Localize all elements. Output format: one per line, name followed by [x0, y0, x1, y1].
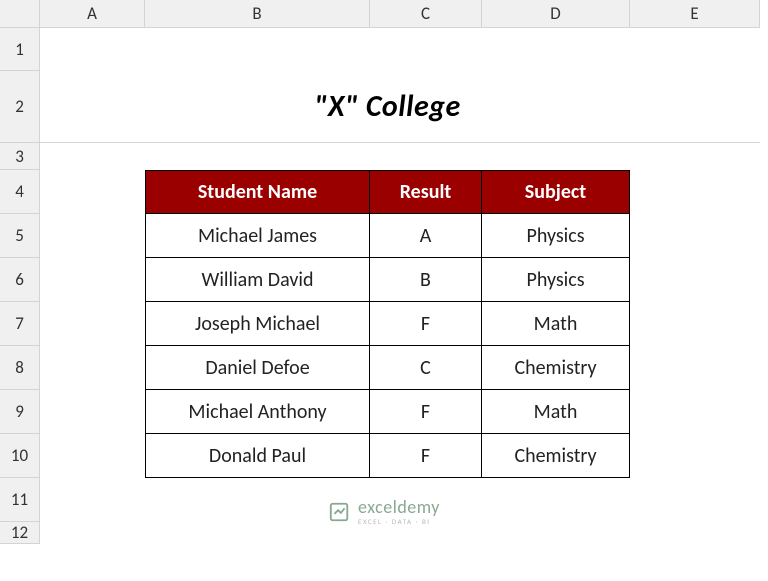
- cell-A11[interactable]: [40, 478, 145, 522]
- table-row[interactable]: Joseph Michael: [145, 302, 370, 346]
- cell-E9[interactable]: [630, 390, 760, 434]
- table-row[interactable]: Chemistry: [482, 346, 630, 390]
- cell-C11[interactable]: [370, 478, 482, 522]
- cell-E12[interactable]: [630, 522, 760, 544]
- table-header-result[interactable]: Result: [370, 170, 482, 214]
- cell-B12[interactable]: [145, 522, 370, 544]
- row-header-1[interactable]: 1: [0, 28, 40, 71]
- cell-E10[interactable]: [630, 434, 760, 478]
- cell-E1[interactable]: [630, 28, 760, 71]
- cell-B3[interactable]: [145, 143, 370, 170]
- row-header-3[interactable]: 3: [0, 143, 40, 170]
- cell-A9[interactable]: [40, 390, 145, 434]
- row-header-6[interactable]: 6: [0, 258, 40, 302]
- cell-D12[interactable]: [482, 522, 630, 544]
- select-all-corner[interactable]: [0, 0, 40, 28]
- cell-D11[interactable]: [482, 478, 630, 522]
- cell-A2[interactable]: [40, 71, 145, 143]
- table-row[interactable]: Donald Paul: [145, 434, 370, 478]
- cell-E8[interactable]: [630, 346, 760, 390]
- row-header-5[interactable]: 5: [0, 214, 40, 258]
- row-header-10[interactable]: 10: [0, 434, 40, 478]
- spreadsheet-grid: A B C D E 1 2 "X" College 3 4 Student Na…: [0, 0, 768, 544]
- cell-A7[interactable]: [40, 302, 145, 346]
- row-header-11[interactable]: 11: [0, 478, 40, 522]
- cell-A6[interactable]: [40, 258, 145, 302]
- cell-E11[interactable]: [630, 478, 760, 522]
- cell-A5[interactable]: [40, 214, 145, 258]
- cell-E2[interactable]: [630, 71, 760, 143]
- row-header-12[interactable]: 12: [0, 522, 40, 544]
- cell-E3[interactable]: [630, 143, 760, 170]
- table-row[interactable]: Physics: [482, 258, 630, 302]
- title-cell[interactable]: "X" College: [145, 71, 630, 143]
- table-header-subject[interactable]: Subject: [482, 170, 630, 214]
- table-row[interactable]: William David: [145, 258, 370, 302]
- cell-B1[interactable]: [145, 28, 370, 71]
- row-header-9[interactable]: 9: [0, 390, 40, 434]
- cell-E4[interactable]: [630, 170, 760, 214]
- table-row[interactable]: Chemistry: [482, 434, 630, 478]
- table-row[interactable]: C: [370, 346, 482, 390]
- cell-A8[interactable]: [40, 346, 145, 390]
- table-row[interactable]: F: [370, 302, 482, 346]
- cell-A1[interactable]: [40, 28, 145, 71]
- cell-C12[interactable]: [370, 522, 482, 544]
- col-header-C[interactable]: C: [370, 0, 482, 28]
- row-header-4[interactable]: 4: [0, 170, 40, 214]
- table-row[interactable]: Michael James: [145, 214, 370, 258]
- col-header-D[interactable]: D: [482, 0, 630, 28]
- cell-A10[interactable]: [40, 434, 145, 478]
- cell-E7[interactable]: [630, 302, 760, 346]
- table-row[interactable]: A: [370, 214, 482, 258]
- table-row[interactable]: Physics: [482, 214, 630, 258]
- col-header-B[interactable]: B: [145, 0, 370, 28]
- cell-D1[interactable]: [482, 28, 630, 71]
- table-row[interactable]: Daniel Defoe: [145, 346, 370, 390]
- cell-A4[interactable]: [40, 170, 145, 214]
- table-row[interactable]: F: [370, 390, 482, 434]
- row-header-7[interactable]: 7: [0, 302, 40, 346]
- cell-A3[interactable]: [40, 143, 145, 170]
- row-header-8[interactable]: 8: [0, 346, 40, 390]
- table-row[interactable]: F: [370, 434, 482, 478]
- table-row[interactable]: Math: [482, 390, 630, 434]
- cell-A12[interactable]: [40, 522, 145, 544]
- cell-C3[interactable]: [370, 143, 482, 170]
- table-header-name[interactable]: Student Name: [145, 170, 370, 214]
- cell-E5[interactable]: [630, 214, 760, 258]
- table-row[interactable]: B: [370, 258, 482, 302]
- table-row[interactable]: Michael Anthony: [145, 390, 370, 434]
- row-header-2[interactable]: 2: [0, 71, 40, 143]
- cell-D3[interactable]: [482, 143, 630, 170]
- cell-C1[interactable]: [370, 28, 482, 71]
- table-row[interactable]: Math: [482, 302, 630, 346]
- cell-B11[interactable]: [145, 478, 370, 522]
- col-header-A[interactable]: A: [40, 0, 145, 28]
- col-header-E[interactable]: E: [630, 0, 760, 28]
- cell-E6[interactable]: [630, 258, 760, 302]
